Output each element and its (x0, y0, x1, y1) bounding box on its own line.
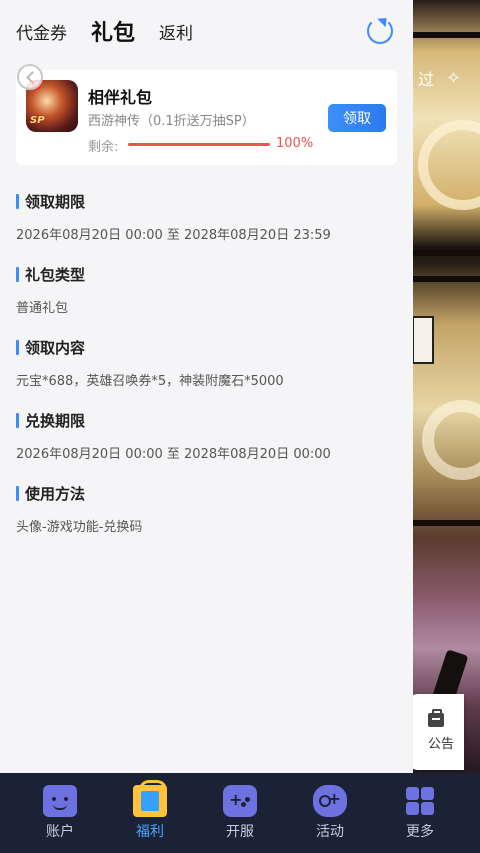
notice-button[interactable]: 公告 (408, 694, 464, 770)
notice-label: 公告 (427, 736, 454, 752)
section-redeem-period: 兑换期限 2026年08月20日 00:00 至 2028年08月20日 00:… (16, 410, 331, 462)
section-accent-bar (16, 486, 19, 501)
section-header: 使用方法 (16, 483, 142, 504)
gift-subtitle: 西游神传（0.1折送万抽SP） (88, 114, 255, 129)
section-title: 礼包类型 (25, 266, 86, 284)
cloud-swirl (422, 400, 480, 480)
background-text: 过 (418, 70, 435, 89)
account-icon (43, 785, 77, 817)
gift-title: 相伴礼包 (88, 88, 153, 107)
remain-progress-bar (128, 143, 270, 146)
section-usage: 使用方法 头像-游戏功能-兑换码 (16, 483, 142, 535)
refresh-icon[interactable] (367, 18, 393, 44)
gift-panel: 代金券 礼包 返利 0.1 SP 相伴礼包 西游神传（0.1折送万抽SP） 剩余… (0, 0, 413, 773)
panel-divider (412, 250, 480, 256)
panel-divider (412, 276, 480, 282)
grid-cell (406, 787, 419, 800)
section-gift-type: 礼包类型 普通礼包 (16, 264, 85, 316)
section-claim-period: 领取期限 2026年08月20日 00:00 至 2028年08月20日 23:… (16, 191, 331, 243)
section-body: 2026年08月20日 00:00 至 2028年08月20日 00:00 (16, 447, 331, 462)
briefcase-icon (428, 708, 444, 727)
nav-more[interactable]: 更多 (390, 773, 450, 853)
panel-divider (412, 520, 480, 526)
remain-progress-fill (128, 143, 270, 146)
tab-rebate[interactable]: 返利 (159, 19, 193, 44)
section-header: 领取内容 (16, 337, 284, 358)
tab-bar: 代金券 礼包 返利 (0, 0, 413, 62)
section-body: 元宝*688，英雄召唤券*5，神装附魔石*5000 (16, 374, 284, 389)
nav-label: 开服 (226, 824, 254, 840)
section-title: 兑换期限 (25, 412, 86, 430)
section-accent-bar (16, 413, 19, 428)
claim-button[interactable]: 领取 (328, 104, 386, 132)
section-body: 2026年08月20日 00:00 至 2028年08月20日 23:59 (16, 228, 331, 243)
nav-label: 活动 (316, 824, 344, 840)
section-header: 兑换期限 (16, 410, 331, 431)
activity-icon (313, 785, 347, 817)
back-icon[interactable] (17, 64, 43, 90)
nav-welfare[interactable]: 福利 (120, 773, 180, 853)
tab-gift[interactable]: 礼包 (91, 15, 135, 47)
remain-label: 剩余: (88, 140, 119, 155)
section-body: 普通礼包 (16, 301, 69, 316)
section-title: 领取内容 (25, 339, 86, 357)
more-icon (404, 785, 436, 817)
section-title: 领取期限 (25, 193, 86, 211)
cloud-swirl (418, 120, 480, 210)
section-header: 领取期限 (16, 191, 331, 212)
section-accent-bar (16, 194, 19, 209)
welfare-icon (133, 780, 167, 817)
game-icon-sp: SP (30, 115, 45, 126)
panel-divider (412, 32, 480, 38)
server-icon (223, 785, 257, 817)
tab-voucher[interactable]: 代金券 (16, 19, 67, 44)
grid-cell (421, 787, 434, 800)
speech-box (412, 316, 434, 364)
grid-cell (406, 802, 419, 815)
sparkle-icon: ✧ (446, 68, 462, 89)
section-accent-bar (16, 340, 19, 355)
section-header: 礼包类型 (16, 264, 85, 285)
section-title: 使用方法 (25, 485, 86, 503)
bottom-nav: 账户 福利 开服 活动 更多 (0, 773, 480, 853)
section-body: 头像-游戏功能-兑换码 (16, 520, 143, 535)
nav-account[interactable]: 账户 (30, 773, 90, 853)
gift-card: 0.1 SP 相伴礼包 西游神传（0.1折送万抽SP） 剩余: 100% 领取 (16, 70, 397, 165)
nav-server[interactable]: 开服 (210, 773, 270, 853)
nav-label: 更多 (406, 824, 434, 840)
section-contents: 领取内容 元宝*688，英雄召唤券*5，神装附魔石*5000 (16, 337, 284, 389)
section-accent-bar (16, 267, 19, 282)
nav-label: 福利 (136, 824, 164, 840)
grid-cell (421, 802, 434, 815)
nav-activity[interactable]: 活动 (300, 773, 360, 853)
nav-label: 账户 (46, 824, 74, 840)
remain-percent: 100% (276, 136, 314, 151)
